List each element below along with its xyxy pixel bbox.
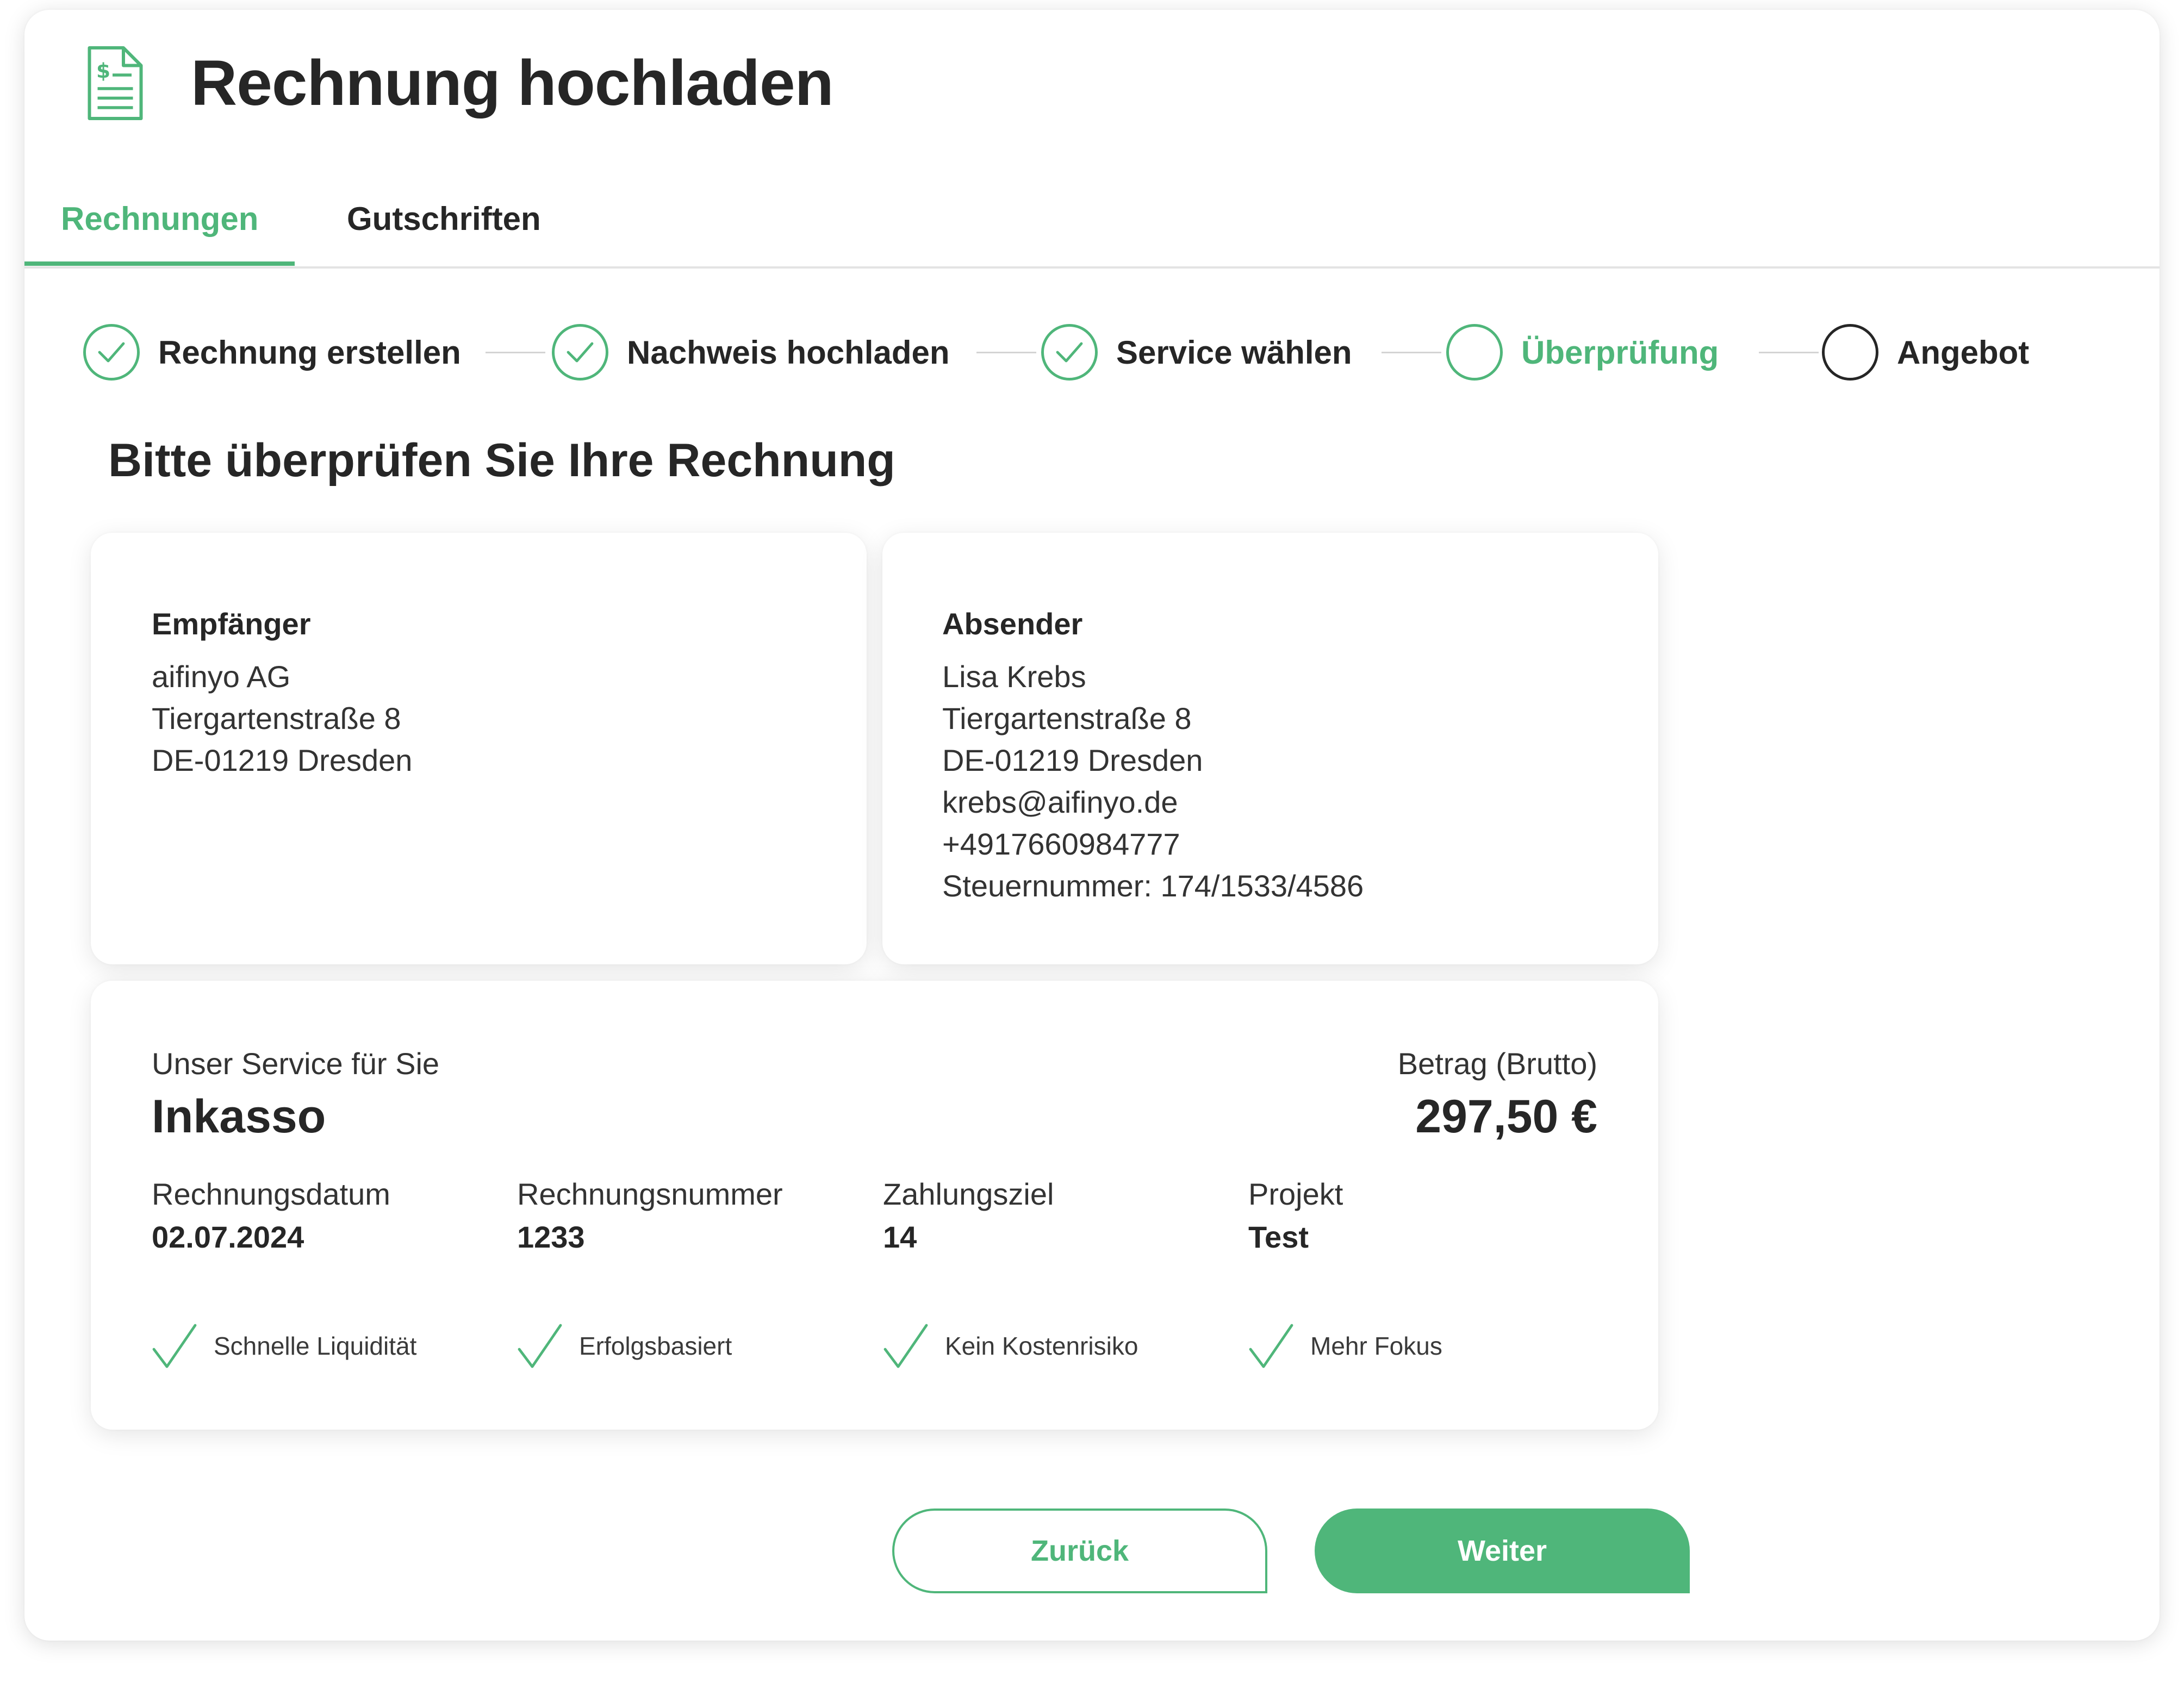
feature-item: Schnelle Liquidität [152, 1323, 416, 1369]
meta-value: 14 [883, 1220, 917, 1254]
section-heading: Bitte überprüfen Sie Ihre Rechnung [108, 434, 895, 487]
step-angebot: Angebot [1822, 320, 2029, 385]
amount-block: Betrag (Brutto) 297,50 € [1398, 1046, 1597, 1144]
payment-term: Zahlungsziel 14 [883, 1176, 1054, 1255]
svg-text:$: $ [96, 59, 110, 83]
sender-card: Absender Lisa Krebs Tiergartenstraße 8 D… [882, 533, 1658, 964]
feature-item: Kein Kostenrisiko [883, 1323, 1138, 1369]
sender-email: krebs@aifinyo.de [942, 785, 1178, 819]
back-button[interactable]: Zurück [892, 1509, 1267, 1593]
meta-value: 02.07.2024 [152, 1220, 304, 1254]
check-icon [883, 1324, 928, 1368]
tab-bar: Rechnungen Gutschriften [24, 173, 2160, 269]
meta-label: Rechnungsnummer [517, 1177, 783, 1211]
invoice-document-icon: $ [88, 46, 143, 120]
recipient-line: Tiergartenstraße 8 [152, 701, 401, 735]
sender-tax-number: Steuernummer: 174/1533/4586 [942, 869, 1364, 903]
step-check-circle [83, 324, 140, 381]
check-icon [152, 1324, 197, 1368]
check-icon [1249, 1324, 1293, 1368]
service-summary-card: Unser Service für Sie Inkasso Betrag (Br… [91, 981, 1658, 1430]
meta-value: Test [1248, 1220, 1309, 1254]
meta-label: Projekt [1248, 1177, 1343, 1211]
service-caption: Unser Service für Sie [152, 1046, 440, 1081]
feature-label: Kein Kostenrisiko [945, 1332, 1138, 1360]
check-icon [567, 342, 594, 363]
amount-value: 297,50 € [1415, 1090, 1597, 1143]
service-name: Inkasso [152, 1090, 326, 1143]
step-connector [486, 352, 545, 353]
step-label: Rechnung erstellen [158, 334, 461, 371]
recipient-card: Empfänger aifinyo AG Tiergartenstraße 8 … [91, 533, 867, 964]
invoice-number: Rechnungsnummer 1233 [517, 1176, 783, 1255]
feature-label: Schnelle Liquidität [214, 1332, 417, 1360]
active-tab-indicator [24, 261, 295, 266]
feature-item: Mehr Fokus [1248, 1323, 1442, 1369]
step-service-waehlen: Service wählen [1041, 320, 1352, 385]
recipient-line: aifinyo AG [152, 659, 291, 694]
check-icon [98, 342, 125, 363]
sender-title: Absender [942, 607, 1083, 641]
tab-gutschriften[interactable]: Gutschriften [347, 200, 541, 238]
step-connector [976, 352, 1036, 353]
step-rechnung-erstellen: Rechnung erstellen [83, 320, 461, 385]
step-label: Nachweis hochladen [627, 334, 950, 371]
step-label: Überprüfung [1521, 334, 1719, 371]
step-current-circle [1446, 324, 1503, 381]
step-connector [1382, 352, 1441, 353]
invoice-date: Rechnungsdatum 02.07.2024 [152, 1176, 390, 1255]
project: Projekt Test [1248, 1176, 1343, 1255]
step-check-circle [1041, 324, 1098, 381]
step-pending-circle [1822, 324, 1878, 381]
recipient-title: Empfänger [152, 607, 311, 641]
page-title: Rechnung hochladen [191, 47, 834, 119]
sender-line: Tiergartenstraße 8 [942, 701, 1192, 735]
feature-label: Mehr Fokus [1310, 1332, 1442, 1360]
sender-phone: +4917660984777 [942, 827, 1180, 861]
check-icon [518, 1324, 562, 1368]
service-block: Unser Service für Sie Inkasso [152, 1046, 439, 1144]
step-connector [1759, 352, 1819, 353]
sender-line: DE-01219 Dresden [942, 743, 1203, 777]
amount-caption: Betrag (Brutto) [1397, 1046, 1597, 1081]
page-header: $ Rechnung hochladen [85, 37, 834, 129]
feature-label: Erfolgsbasiert [579, 1332, 732, 1360]
step-check-circle [552, 324, 608, 381]
step-label: Angebot [1897, 334, 2030, 371]
sender-line: Lisa Krebs [942, 659, 1086, 694]
meta-value: 1233 [517, 1220, 585, 1254]
feature-item: Erfolgsbasiert [517, 1323, 732, 1369]
next-button[interactable]: Weiter [1315, 1509, 1690, 1593]
step-ueberpruefung: Überprüfung [1446, 320, 1719, 385]
step-label: Service wählen [1116, 334, 1352, 371]
meta-label: Rechnungsdatum [152, 1177, 390, 1211]
recipient-line: DE-01219 Dresden [152, 743, 413, 777]
check-icon [1056, 342, 1083, 363]
step-nachweis-hochladen: Nachweis hochladen [552, 320, 950, 385]
tab-rechnungen[interactable]: Rechnungen [61, 200, 258, 238]
upload-panel: $ Rechnung hochladen Rechnungen Gutschri… [24, 10, 2160, 1641]
meta-label: Zahlungsziel [883, 1177, 1054, 1211]
